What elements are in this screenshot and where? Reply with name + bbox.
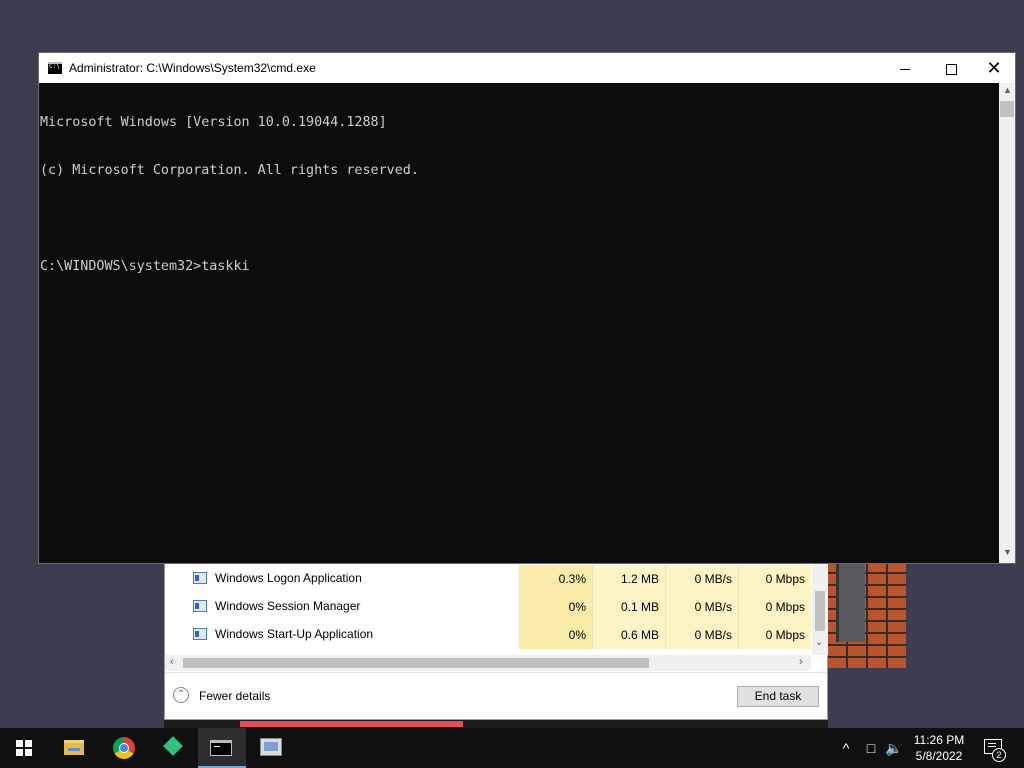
- system-clock[interactable]: 11:26 PM 5/8/2022: [908, 732, 970, 764]
- process-cpu: 0%: [519, 621, 592, 649]
- taskbar: ^ □ 🔈 11:26 PM 5/8/2022 2: [0, 728, 1024, 768]
- window-title: Administrator: C:\Windows\System32\cmd.e…: [69, 61, 316, 75]
- process-memory: 1.2 MB: [592, 565, 665, 593]
- console-line: Microsoft Windows [Version 10.0.19044.12…: [40, 115, 387, 130]
- maximize-icon: [945, 63, 957, 75]
- process-list-horizontal-scrollbar[interactable]: ‹ ›: [165, 655, 811, 671]
- process-row[interactable]: Windows Logon Application 0.3% 1.2 MB 0 …: [165, 565, 811, 593]
- process-network: 0 Mbps: [738, 565, 811, 593]
- process-network: 0 Mbps: [738, 593, 811, 621]
- remote-desktop-icon: [260, 738, 282, 756]
- taskbar-chrome[interactable]: [100, 728, 148, 768]
- process-disk: 0 MB/s: [665, 565, 738, 593]
- scroll-up-arrow-icon[interactable]: ▲: [1003, 85, 1012, 95]
- chrome-icon: [113, 737, 135, 759]
- cmd-title-bar[interactable]: Administrator: C:\Windows\System32\cmd.e…: [39, 53, 1015, 83]
- minimize-button[interactable]: [882, 53, 928, 83]
- process-disk: 0 MB/s: [665, 593, 738, 621]
- command-prompt-icon: [210, 740, 232, 756]
- chevron-up-circle-icon[interactable]: ⌃: [173, 687, 189, 703]
- task-manager-window: Windows Logon Application 0.3% 1.2 MB 0 …: [164, 556, 828, 720]
- clock-time: 11:26 PM: [913, 733, 965, 747]
- process-cpu: 0.3%: [519, 565, 592, 593]
- folder-icon: [64, 740, 84, 755]
- scrollbar-thumb[interactable]: [815, 591, 825, 631]
- network-icon[interactable]: □: [862, 728, 880, 768]
- taskbar-green-app[interactable]: [150, 728, 198, 768]
- process-memory: 0.6 MB: [592, 621, 665, 649]
- taskmanager-edge-strip: [240, 721, 463, 727]
- start-button[interactable]: [0, 728, 48, 768]
- scrollbar-thumb[interactable]: [183, 658, 649, 668]
- clock-date: 5/8/2022: [915, 749, 963, 763]
- process-icon: [193, 572, 207, 584]
- process-icon: [193, 600, 207, 612]
- wallpaper-detail: [836, 562, 865, 642]
- process-name: Windows Start-Up Application: [215, 627, 374, 641]
- end-task-button[interactable]: End task: [737, 686, 819, 707]
- process-name: Windows Session Manager: [215, 599, 361, 613]
- fewer-details-link[interactable]: Fewer details: [199, 689, 270, 703]
- console-line: (c) Microsoft Corporation. All rights re…: [40, 163, 419, 178]
- process-row[interactable]: Windows Session Manager 0% 0.1 MB 0 MB/s…: [165, 593, 811, 621]
- scrollbar-thumb[interactable]: [1000, 101, 1014, 117]
- show-hidden-icons-chevron-icon[interactable]: ^: [838, 728, 854, 768]
- minimize-icon: [900, 68, 910, 70]
- process-network: 0 Mbps: [738, 621, 811, 649]
- process-cpu: 0%: [519, 593, 592, 621]
- close-button[interactable]: ✕: [971, 53, 1017, 83]
- console-output[interactable]: Microsoft Windows [Version 10.0.19044.12…: [40, 83, 998, 561]
- green-diamond-icon: [163, 736, 183, 756]
- process-row[interactable]: Windows Start-Up Application 0% 0.6 MB 0…: [165, 621, 811, 649]
- windows-logo-icon: [16, 740, 32, 756]
- command-prompt-icon: [48, 62, 62, 74]
- process-list: Windows Logon Application 0.3% 1.2 MB 0 …: [165, 565, 811, 649]
- process-icon: [193, 628, 207, 640]
- notification-count-badge: 2: [992, 748, 1006, 762]
- task-manager-footer: ⌃ Fewer details End task: [165, 672, 827, 721]
- scroll-down-arrow-icon[interactable]: ▼: [1003, 547, 1012, 557]
- cmd-window: Administrator: C:\Windows\System32\cmd.e…: [38, 52, 1016, 564]
- console-prompt-line[interactable]: C:\WINDOWS\system32>taskki: [40, 259, 998, 275]
- taskbar-file-explorer[interactable]: [50, 728, 98, 768]
- process-list-vertical-scrollbar[interactable]: ⌄: [812, 557, 828, 655]
- close-icon: ✕: [986, 58, 1002, 78]
- process-name: Windows Logon Application: [215, 571, 362, 585]
- taskbar-cmd[interactable]: [198, 728, 246, 768]
- console-vertical-scrollbar[interactable]: ▲ ▼: [999, 83, 1015, 563]
- scroll-down-arrow-icon[interactable]: ⌄: [815, 637, 823, 648]
- process-memory: 0.1 MB: [592, 593, 665, 621]
- volume-icon[interactable]: 🔈: [884, 728, 904, 768]
- taskbar-remote-desktop[interactable]: [248, 728, 296, 768]
- scroll-right-arrow-icon[interactable]: ›: [799, 656, 803, 668]
- scroll-left-arrow-icon[interactable]: ‹: [170, 656, 174, 668]
- maximize-button[interactable]: [928, 53, 974, 83]
- process-disk: 0 MB/s: [665, 621, 738, 649]
